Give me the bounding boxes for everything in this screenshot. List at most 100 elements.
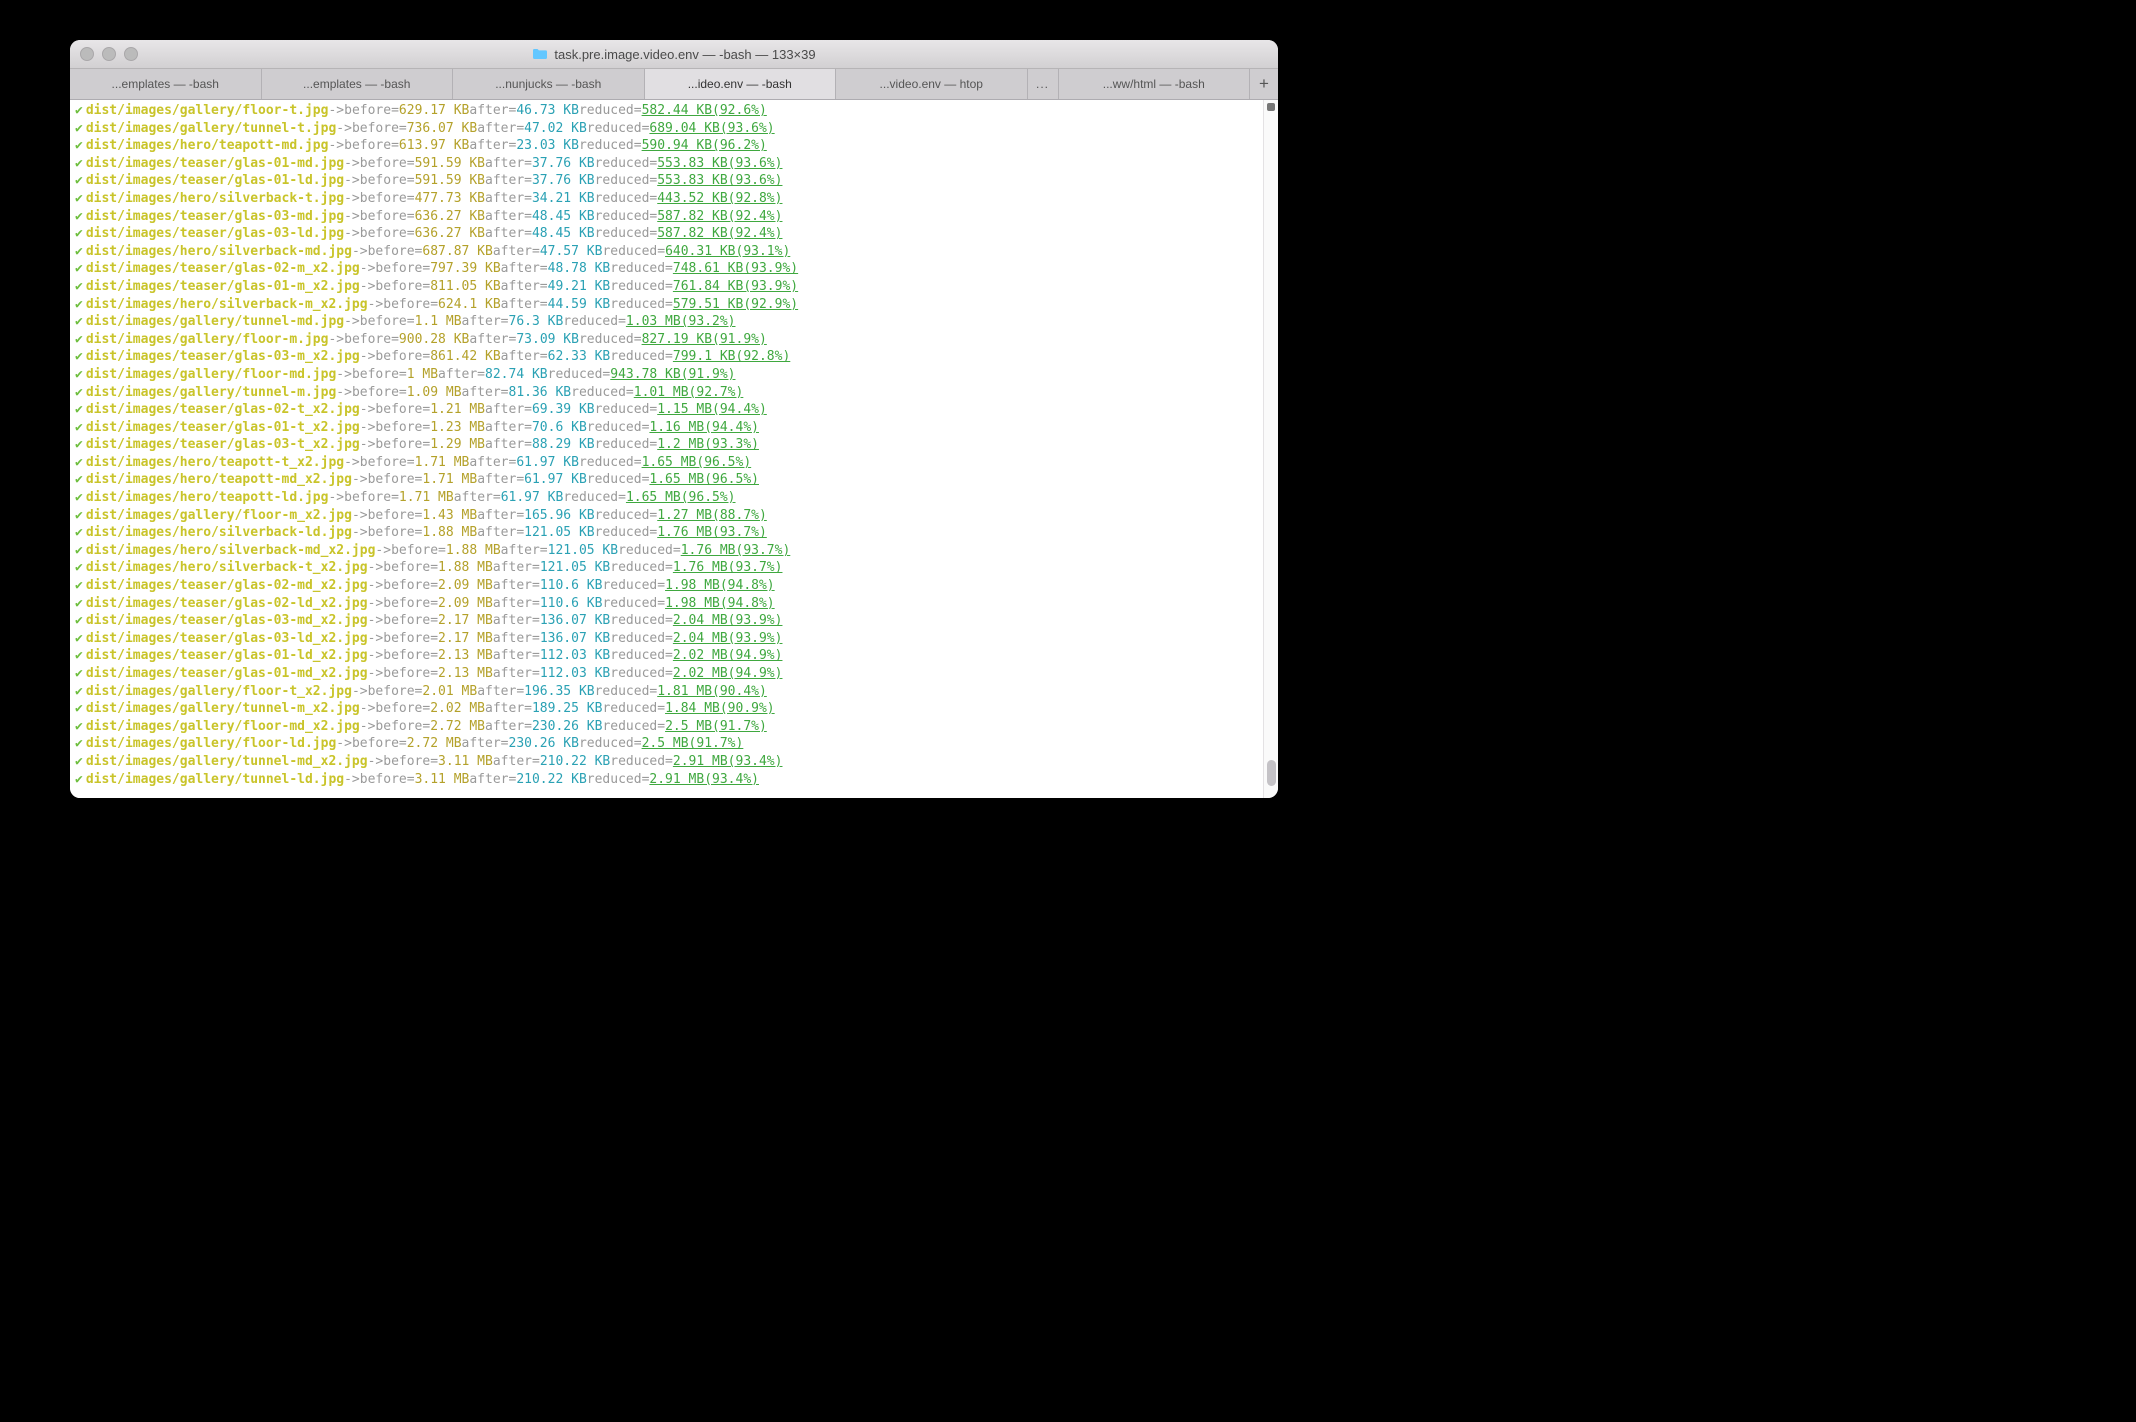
scrollbar[interactable] (1263, 100, 1278, 798)
traffic-lights (70, 47, 138, 61)
reduced-value: 1.65 MB(96.5%) (649, 471, 759, 489)
before-label: before= (360, 172, 415, 190)
reduced-value: 799.1 KB(92.8%) (673, 348, 790, 366)
before-value: 1.29 MB (430, 436, 485, 454)
before-value: 591.59 KB (415, 155, 485, 173)
file-path: dist/images/teaser/glas-03-ld_x2.jpg (86, 630, 368, 648)
output-line: ✔ dist/images/teaser/glas-01-m_x2.jpg ->… (74, 278, 1259, 296)
reduced-value: 640.31 KB(93.1%) (665, 243, 790, 261)
output-line: ✔ dist/images/gallery/tunnel-ld.jpg -> b… (74, 771, 1259, 789)
reduced-label: reduced= (610, 753, 673, 771)
before-value: 2.01 MB (422, 683, 477, 701)
file-path: dist/images/gallery/tunnel-md_x2.jpg (86, 753, 368, 771)
after-label: after= (493, 665, 540, 683)
after-value: 210.22 KB (516, 771, 586, 789)
tab-4[interactable]: ...video.env — htop (836, 69, 1028, 99)
check-icon: ✔ (74, 595, 86, 613)
file-path: dist/images/hero/silverback-md_x2.jpg (86, 542, 376, 560)
reduced-label: reduced= (587, 120, 650, 138)
after-value: 47.57 KB (540, 243, 603, 261)
before-label: before= (368, 471, 423, 489)
arrow-icon: -> (360, 348, 376, 366)
before-label: before= (375, 278, 430, 296)
reduced-label: reduced= (579, 331, 642, 349)
before-label: before= (375, 260, 430, 278)
close-dot[interactable] (80, 47, 94, 61)
reduced-label: reduced= (610, 278, 673, 296)
tab-label: ...emplates — -bash (112, 77, 219, 91)
after-label: after= (477, 524, 524, 542)
zoom-dot[interactable] (124, 47, 138, 61)
tab-2[interactable]: ...nunjucks — -bash (453, 69, 645, 99)
file-path: dist/images/hero/silverback-t_x2.jpg (86, 559, 368, 577)
after-label: after= (485, 208, 532, 226)
file-path: dist/images/gallery/tunnel-m.jpg (86, 384, 336, 402)
check-icon: ✔ (74, 278, 86, 296)
after-label: after= (469, 137, 516, 155)
output-line: ✔ dist/images/gallery/floor-t.jpg -> bef… (74, 102, 1259, 120)
before-label: before= (375, 419, 430, 437)
scrollbar-thumb[interactable] (1267, 760, 1276, 786)
tab-0[interactable]: ...emplates — -bash (70, 69, 262, 99)
check-icon: ✔ (74, 120, 86, 138)
after-label: after= (462, 735, 509, 753)
tabbar: ...emplates — -bash ...emplates — -bash..… (70, 69, 1278, 100)
reduced-label: reduced= (563, 489, 626, 507)
check-icon: ✔ (74, 683, 86, 701)
before-value: 1.88 MB (438, 559, 493, 577)
folder-icon (532, 48, 548, 60)
new-tab-button[interactable]: + (1250, 69, 1278, 99)
after-label: after= (485, 401, 532, 419)
after-value: 230.26 KB (532, 718, 602, 736)
arrow-icon: -> (328, 102, 344, 120)
before-label: before= (383, 665, 438, 683)
after-label: after= (477, 471, 524, 489)
reduced-label: reduced= (595, 436, 658, 454)
arrow-icon: -> (368, 577, 384, 595)
titlebar[interactable]: task.pre.image.video.env — -bash — 133×3… (70, 40, 1278, 69)
after-value: 34.21 KB (532, 190, 595, 208)
before-label: before= (375, 436, 430, 454)
output-line: ✔ dist/images/teaser/glas-03-ld_x2.jpg -… (74, 630, 1259, 648)
before-value: 1.71 MB (415, 454, 470, 472)
reduced-label: reduced= (610, 612, 673, 630)
after-value: 210.22 KB (540, 753, 610, 771)
before-label: before= (383, 612, 438, 630)
window-title: task.pre.image.video.env — -bash — 133×3… (70, 47, 1278, 62)
file-path: dist/images/teaser/glas-01-md_x2.jpg (86, 665, 368, 683)
after-label: after= (493, 630, 540, 648)
after-value: 121.05 KB (540, 559, 610, 577)
reduced-label: reduced= (587, 471, 650, 489)
tab-5[interactable]: ...ww/html — -bash (1059, 69, 1251, 99)
reduced-label: reduced= (579, 454, 642, 472)
reduced-value: 2.04 MB(93.9%) (673, 612, 783, 630)
reduced-label: reduced= (610, 348, 673, 366)
file-path: dist/images/gallery/floor-t_x2.jpg (86, 683, 352, 701)
terminal-output[interactable]: ✔ dist/images/gallery/floor-t.jpg -> bef… (70, 100, 1263, 798)
check-icon: ✔ (74, 577, 86, 595)
before-value: 2.72 MB (430, 718, 485, 736)
reduced-label: reduced= (595, 683, 658, 701)
output-line: ✔ dist/images/gallery/floor-md.jpg -> be… (74, 366, 1259, 384)
tab-overflow[interactable]: ... (1028, 69, 1059, 99)
tab-3[interactable]: ...ideo.env — -bash (645, 69, 837, 99)
reduced-label: reduced= (602, 700, 665, 718)
arrow-icon: -> (368, 612, 384, 630)
file-path: dist/images/hero/teapott-ld.jpg (86, 489, 329, 507)
check-icon: ✔ (74, 436, 86, 454)
output-line: ✔ dist/images/gallery/floor-ld.jpg -> be… (74, 735, 1259, 753)
minimize-dot[interactable] (102, 47, 116, 61)
arrow-icon: -> (336, 366, 352, 384)
file-path: dist/images/teaser/glas-03-t_x2.jpg (86, 436, 360, 454)
arrow-icon: -> (368, 630, 384, 648)
tab-1[interactable]: ...emplates — -bash (262, 69, 454, 99)
file-path: dist/images/hero/teapott-t_x2.jpg (86, 454, 344, 472)
file-path: dist/images/teaser/glas-01-md.jpg (86, 155, 344, 173)
reduced-value: 1.98 MB(94.8%) (665, 577, 775, 595)
reduced-label: reduced= (610, 296, 673, 314)
arrow-icon: -> (360, 401, 376, 419)
before-label: before= (344, 137, 399, 155)
arrow-icon: -> (360, 419, 376, 437)
check-icon: ✔ (74, 296, 86, 314)
file-path: dist/images/gallery/floor-md.jpg (86, 366, 336, 384)
